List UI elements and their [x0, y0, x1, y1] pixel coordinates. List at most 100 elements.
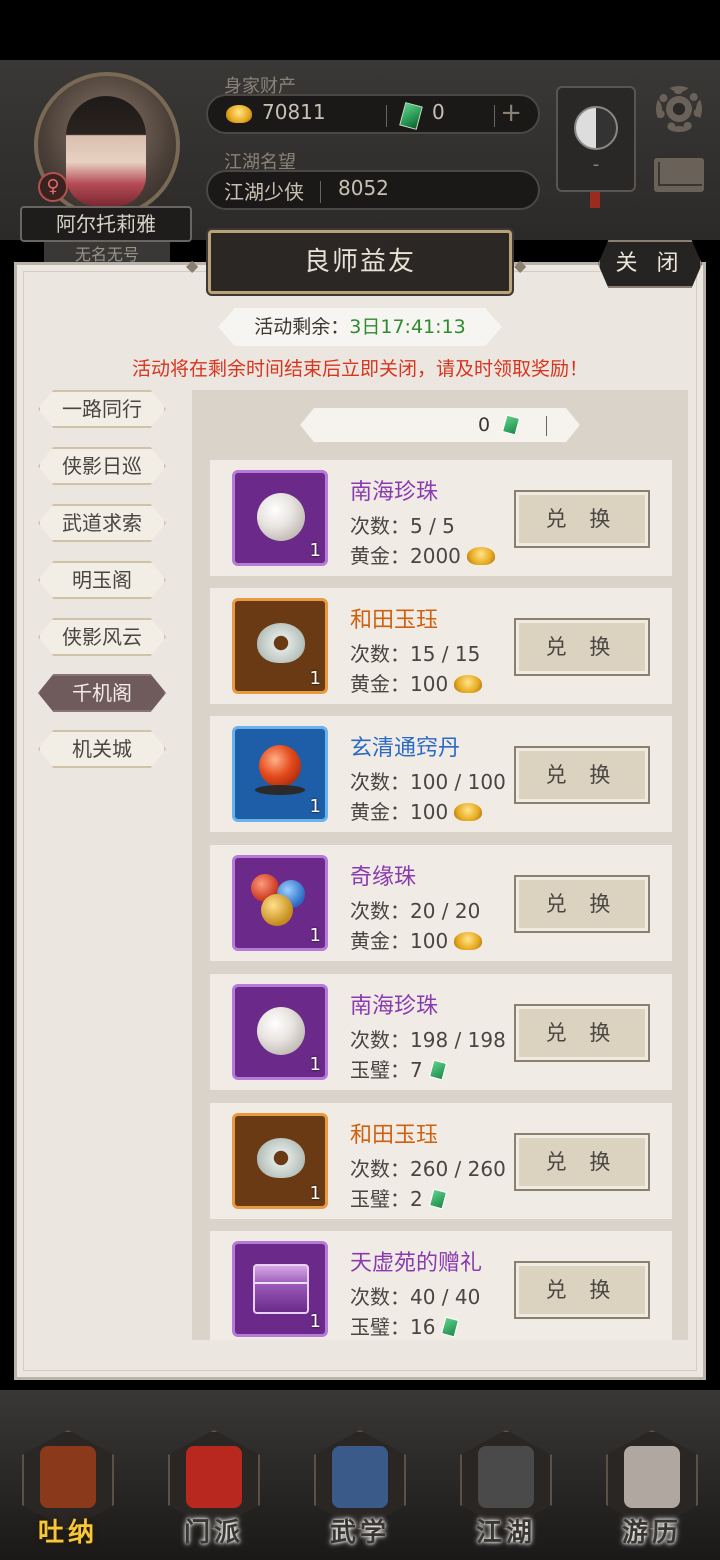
fame-value: 8052: [338, 176, 389, 200]
jade-amount: 0: [432, 100, 445, 124]
status-bar: [0, 0, 720, 60]
item-name: 奇缘珠: [350, 865, 417, 890]
item-cost: 玉璧：2: [350, 1183, 447, 1212]
taiji-icon: [574, 106, 618, 150]
tab-mingyuge[interactable]: 明玉阁: [38, 561, 166, 599]
gold-ingot-icon: [226, 105, 252, 123]
meditation-icon: [40, 1446, 96, 1508]
divider: [546, 416, 547, 436]
item-cost: 黄金：100: [350, 668, 483, 697]
banner-ornament-left: ◆: [186, 256, 199, 275]
item-count: 次数：20 / 20: [350, 899, 481, 923]
close-button[interactable]: 关 闭: [598, 240, 702, 288]
divider: [386, 105, 387, 127]
nav-label: 武学: [329, 1518, 390, 1548]
item-quantity: 1: [309, 668, 321, 689]
item-quantity: 1: [309, 925, 321, 946]
yellow-orb-icon: [261, 894, 293, 926]
wealth-bar: 70811 0 +: [206, 94, 540, 134]
list-item: 1 和田玉珏 次数：15 / 15 黄金：100 兑 换: [210, 588, 672, 704]
item-slot[interactable]: 1: [232, 855, 328, 951]
item-name: 和田玉珏: [350, 1123, 439, 1148]
balance-gold: 70811: [574, 414, 635, 436]
item-quantity: 1: [309, 1183, 321, 1204]
nav-tuna[interactable]: 吐纳: [18, 1420, 118, 1550]
item-count: 次数：100 / 100: [350, 770, 506, 794]
tab-xiayingrixun[interactable]: 侠影日巡: [38, 447, 166, 485]
exchange-button[interactable]: 兑 换: [514, 1004, 650, 1062]
item-count: 次数：198 / 198: [350, 1028, 506, 1052]
pearl-icon: [257, 1007, 305, 1055]
pill-stand-icon: [255, 785, 305, 795]
exchange-button[interactable]: 兑 换: [514, 875, 650, 933]
divider: [494, 105, 495, 127]
add-currency-button[interactable]: +: [500, 98, 522, 128]
notice-text: 活动将在剩余时间结束后立即关闭，请及时领取奖励！: [131, 358, 588, 380]
item-count: 次数：5 / 5: [350, 514, 455, 538]
item-cost-text: 黄金：100: [350, 929, 449, 953]
item-cost: 黄金：2000: [350, 540, 495, 569]
item-cost-text: 黄金：100: [350, 672, 449, 696]
exchange-button[interactable]: 兑 换: [514, 746, 650, 804]
jade-icon: [428, 1188, 447, 1210]
item-cost-text: 玉璧：7: [350, 1058, 423, 1082]
nav-wuxue[interactable]: 武学: [310, 1420, 410, 1550]
exchange-button[interactable]: 兑 换: [514, 618, 650, 676]
exchange-list-panel[interactable]: 0 70811 1 南海珍珠 次数：5 / 5 黄金：2000 兑 换 1 和田…: [192, 390, 688, 1340]
fame-bar: 江湖少侠 8052: [206, 170, 540, 210]
balance-jade: 0: [478, 414, 491, 436]
exchange-button[interactable]: 兑 换: [514, 1133, 650, 1191]
item-slot[interactable]: 1: [232, 726, 328, 822]
jade-icon: [501, 414, 521, 436]
gold-ingot-icon: [636, 418, 656, 432]
item-slot[interactable]: 1: [232, 984, 328, 1080]
avatar-portrait: [66, 96, 146, 206]
item-name: 玄清通窍丹: [350, 736, 461, 761]
nav-label: 门派: [183, 1518, 244, 1548]
item-quantity: 1: [309, 1311, 321, 1332]
gold-ingot-icon: [466, 547, 495, 565]
item-count: 次数：15 / 15: [350, 642, 481, 666]
pearl-icon: [257, 493, 305, 541]
jade-icon: [441, 1316, 460, 1338]
countdown-banner: 活动剩余：3日17:41:13: [218, 308, 502, 346]
gold-amount: 70811: [262, 100, 326, 124]
banner-ornament-right: ◆: [514, 256, 527, 275]
exchange-button[interactable]: 兑 换: [514, 490, 650, 548]
tab-yilutongxing[interactable]: 一路同行: [38, 390, 166, 428]
item-slot[interactable]: 1: [232, 598, 328, 694]
item-name: 和田玉珏: [350, 608, 439, 633]
item-slot[interactable]: 1: [232, 1241, 328, 1337]
tab-wudaoqiusuo[interactable]: 武道求索: [38, 504, 166, 542]
nav-youli[interactable]: 游历: [602, 1420, 702, 1550]
sect-banner-icon: [186, 1446, 242, 1508]
item-cost-text: 玉璧：2: [350, 1187, 423, 1211]
item-cost-text: 黄金：100: [350, 800, 449, 824]
item-name: 南海珍珠: [350, 480, 439, 505]
player-name: 阿尔托莉雅: [20, 206, 192, 242]
list-item: 1 南海珍珠 次数：198 / 198 玉璧：7 兑 换: [210, 974, 672, 1090]
fame-title: 江湖少侠: [224, 180, 304, 204]
item-slot[interactable]: 1: [232, 1113, 328, 1209]
gold-ingot-icon: [454, 675, 483, 693]
exchange-button[interactable]: 兑 换: [514, 1261, 650, 1319]
item-slot[interactable]: 1: [232, 470, 328, 566]
mail-icon[interactable]: [654, 158, 704, 192]
list-item: 1 奇缘珠 次数：20 / 20 黄金：100 兑 换: [210, 845, 672, 961]
settings-gear-icon[interactable]: [656, 86, 702, 132]
taiji-button[interactable]: -: [556, 86, 636, 192]
item-cost: 黄金：100: [350, 925, 483, 954]
nav-jianghu[interactable]: 江湖: [456, 1420, 556, 1550]
item-name: 天虚苑的赠礼: [350, 1251, 483, 1276]
balance-bar: 0 70811: [300, 408, 580, 442]
tab-qianjige[interactable]: 千机阁: [38, 674, 166, 712]
item-name: 南海珍珠: [350, 994, 439, 1019]
list-item: 1 和田玉珏 次数：260 / 260 玉璧：2 兑 换: [210, 1103, 672, 1219]
martial-book-icon: [332, 1446, 388, 1508]
tab-xiayingfengyun[interactable]: 侠影风云: [38, 618, 166, 656]
tab-jiguancheng[interactable]: 机关城: [38, 730, 166, 768]
red-pill-icon: [259, 745, 301, 787]
nav-menpai[interactable]: 门派: [164, 1420, 264, 1550]
nav-label: 吐纳: [37, 1518, 98, 1548]
gift-chest-icon: [253, 1264, 309, 1314]
